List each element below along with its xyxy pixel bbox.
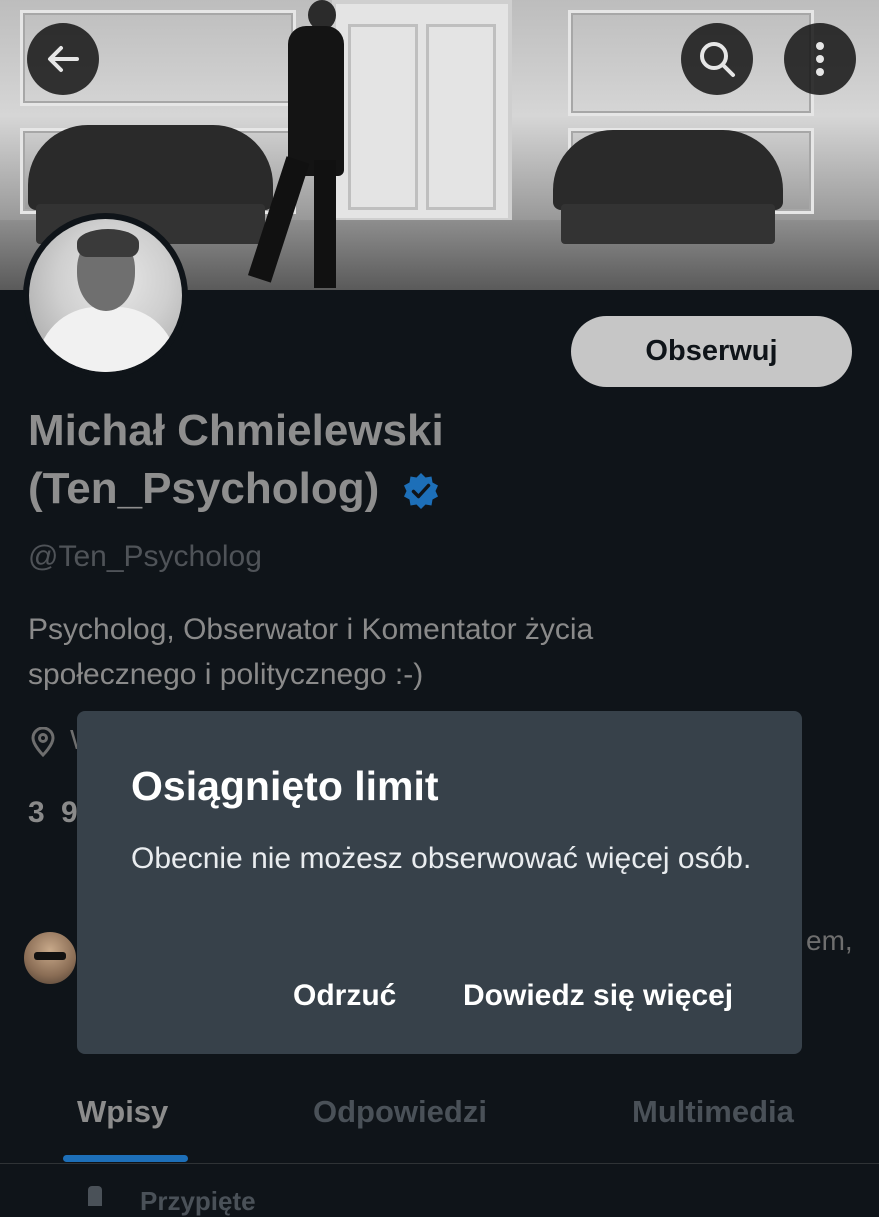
more-button[interactable]: [784, 23, 856, 95]
follow-button[interactable]: Obserwuj: [571, 316, 852, 387]
verified-badge-icon[interactable]: [401, 471, 441, 511]
pinned-label: Przypięte: [140, 1186, 256, 1216]
door: [332, 0, 512, 222]
bio-line1: Psycholog, Obserwator i Komentator życia: [28, 613, 594, 646]
dialog-message: Obecnie nie możesz obserwować więcej osó…: [131, 842, 752, 875]
back-button[interactable]: [27, 23, 99, 95]
profile-avatar[interactable]: [23, 213, 188, 378]
tab-replies[interactable]: Odpowiedzi: [313, 1094, 487, 1130]
dialog-title: Osiągnięto limit: [131, 763, 439, 809]
dismiss-button[interactable]: Odrzuć: [293, 979, 396, 1013]
profile-name: Michał Chmielewski (Ten_Psycholog): [28, 402, 548, 518]
profile-bio: Psycholog, Obserwator i Komentator życia…: [28, 607, 828, 697]
bio-line2: społecznego i politycznego :-): [28, 658, 424, 691]
sofa-left: [28, 125, 273, 244]
following-count[interactable]: 3 9: [28, 796, 82, 830]
search-icon: [700, 42, 735, 77]
arrow-left-icon: [48, 46, 79, 72]
more-vertical-icon: [816, 42, 824, 76]
followed-by-text[interactable]: em,: [806, 925, 853, 957]
tab-media[interactable]: Multimedia: [632, 1094, 794, 1130]
profile-name-line1: Michał Chmielewski: [28, 406, 444, 455]
active-tab-indicator: [63, 1155, 188, 1162]
profile-handle: @Ten_Psycholog: [28, 540, 262, 573]
tab-posts[interactable]: Wpisy: [77, 1094, 168, 1130]
profile-name-line2: (Ten_Psycholog): [28, 464, 380, 513]
learn-more-button[interactable]: Dowiedz się więcej: [463, 979, 733, 1013]
location-pin-icon: [31, 727, 55, 757]
profile-tabs: Wpisy Odpowiedzi Multimedia: [0, 1080, 879, 1164]
tabs-divider: [0, 1163, 879, 1164]
pin-icon: [88, 1186, 102, 1206]
sofa-right: [553, 130, 783, 244]
walking-man: [247, 0, 348, 288]
search-button[interactable]: [681, 23, 753, 95]
followed-by-avatar[interactable]: [22, 930, 78, 986]
limit-dialog: Osiągnięto limit Obecnie nie możesz obse…: [77, 711, 802, 1054]
